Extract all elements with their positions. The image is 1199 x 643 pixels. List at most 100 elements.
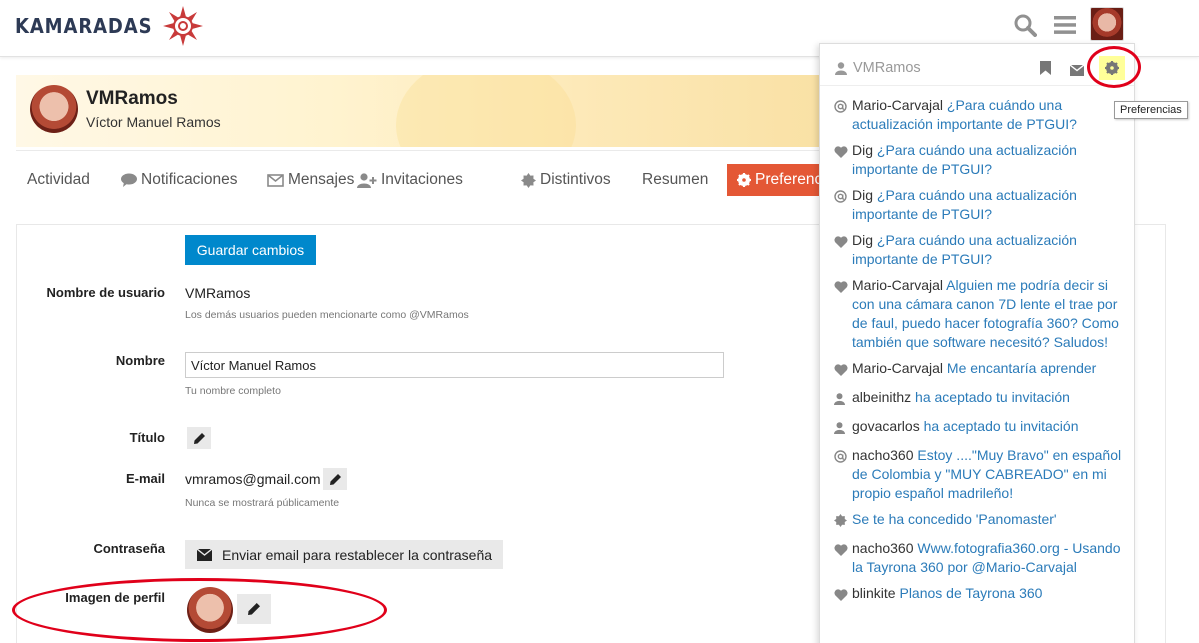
envelope-icon[interactable] <box>1069 63 1085 81</box>
heart-icon <box>834 276 852 298</box>
notification-user: Mario-Carvajal <box>852 97 944 113</box>
tab-notifications[interactable]: Notificaciones <box>121 164 238 196</box>
at-icon <box>834 186 852 208</box>
notification-link[interactable]: ha aceptado tu invitación <box>924 418 1079 434</box>
badge-icon <box>521 172 536 188</box>
tab-label: Actividad <box>27 171 90 188</box>
profile-full-name: Víctor Manuel Ramos <box>86 114 221 130</box>
notification-item[interactable]: Mario-Carvajal Me encantaría aprender <box>820 357 1134 386</box>
notification-text: nacho360 Www.fotografia360.org - Usando … <box>852 539 1124 577</box>
bookmark-icon[interactable] <box>1040 61 1051 80</box>
notification-text: albeinithz ha aceptado tu invitación <box>852 388 1070 407</box>
logo-mark-icon <box>162 6 203 46</box>
tab-summary[interactable]: Resumen <box>642 164 708 196</box>
username-hint: Los demás usuarios pueden mencionarte co… <box>185 309 469 321</box>
notification-text: Dig ¿Para cuándo una actualización impor… <box>852 141 1124 179</box>
user-menu-username-label: VMRamos <box>853 60 921 76</box>
envelope-icon <box>197 548 212 561</box>
profile-avatar <box>30 85 78 133</box>
notification-text: govacarlos ha aceptado tu invitación <box>852 417 1078 436</box>
reset-password-label: Enviar email para restablecer la contras… <box>222 546 493 563</box>
notification-item[interactable]: Mario-Carvajal ¿Para cuándo una actualiz… <box>820 94 1134 139</box>
email-hint: Nunca se mostrará públicamente <box>185 497 340 509</box>
notification-user: blinkite <box>852 585 896 601</box>
heart-icon <box>834 231 852 253</box>
notification-item[interactable]: Dig ¿Para cuándo una actualización impor… <box>820 184 1134 229</box>
notification-item[interactable]: nacho360 Estoy ...."Muy Bravo" en españo… <box>820 444 1134 508</box>
notification-item[interactable]: Dig ¿Para cuándo una actualización impor… <box>820 139 1134 184</box>
save-button[interactable]: Guardar cambios <box>185 235 316 265</box>
notification-link[interactable]: Se te ha concedido 'Panomaster' <box>852 511 1057 527</box>
hamburger-icon[interactable] <box>1050 10 1080 40</box>
user-icon <box>835 61 847 75</box>
tab-messages[interactable]: Mensajes <box>267 164 354 196</box>
comment-icon <box>121 173 137 187</box>
edit-email-button[interactable] <box>323 468 347 490</box>
tab-badges[interactable]: Distintivos <box>521 164 611 196</box>
notification-link[interactable]: ha aceptado tu invitación <box>915 389 1070 405</box>
notification-link[interactable]: ¿Para cuándo una actualización important… <box>852 187 1077 222</box>
name-label: Nombre <box>115 353 165 368</box>
profile-image <box>187 587 233 633</box>
notification-item[interactable]: Mario-Carvajal Alguien me podría decir s… <box>820 274 1134 357</box>
notification-user: Mario-Carvajal <box>852 277 944 293</box>
notification-text: blinkite Planos de Tayrona 360 <box>852 584 1042 603</box>
username-label: Nombre de usuario <box>46 285 165 300</box>
notification-text: nacho360 Estoy ...."Muy Bravo" en españo… <box>852 446 1124 503</box>
logo-text: KAMARADAS <box>15 14 153 38</box>
name-input[interactable] <box>185 352 724 378</box>
notification-item[interactable]: blinkite Planos de Tayrona 360 <box>820 582 1134 611</box>
notification-user: Mario-Carvajal <box>852 360 944 376</box>
tab-label: Invitaciones <box>381 171 463 188</box>
current-user-avatar[interactable] <box>1090 7 1124 41</box>
notification-link[interactable]: Planos de Tayrona 360 <box>899 585 1042 601</box>
user-menu-panel: VMRamos Mario-Carvajal ¿Para cuándo una … <box>819 43 1135 643</box>
email-label: E-mail <box>125 471 165 486</box>
tab-label: Resumen <box>642 171 709 188</box>
edit-avatar-button[interactable] <box>237 594 271 624</box>
name-hint: Tu nombre completo <box>185 385 281 397</box>
notification-link[interactable]: ¿Para cuándo una actualización important… <box>852 232 1077 267</box>
tab-activity[interactable]: Actividad <box>27 164 90 196</box>
preferences-tooltip: Preferencias <box>1114 101 1188 119</box>
email-value: vmramos@gmail.com <box>185 471 321 487</box>
user-menu-header: VMRamos <box>820 44 1134 86</box>
notification-text: Mario-Carvajal Me encantaría aprender <box>852 359 1096 378</box>
notification-item[interactable]: Se te ha concedido 'Panomaster' <box>820 508 1134 537</box>
edit-title-button[interactable] <box>187 427 211 449</box>
user-nav: Actividad Notificaciones Mensajes Invita… <box>16 150 853 208</box>
search-icon[interactable] <box>1010 10 1040 40</box>
pencil-icon <box>193 432 205 444</box>
tab-invitations[interactable]: Invitaciones <box>357 164 463 196</box>
notification-text: Mario-Carvajal ¿Para cuándo una actualiz… <box>852 96 1124 134</box>
notification-item[interactable]: albeinithz ha aceptado tu invitación <box>820 386 1134 415</box>
title-label: Título <box>129 430 165 445</box>
envelope-icon <box>267 173 284 187</box>
heart-icon <box>834 141 852 163</box>
notification-user: Dig <box>852 187 874 203</box>
user-icon <box>834 417 852 439</box>
notification-link[interactable]: ¿Para cuándo una actualización important… <box>852 142 1077 177</box>
password-label: Contraseña <box>93 541 165 556</box>
notification-user: Dig <box>852 142 874 158</box>
site-logo[interactable]: KAMARADAS <box>15 6 204 46</box>
reset-password-button[interactable]: Enviar email para restablecer la contras… <box>185 540 503 569</box>
preferences-gear-button[interactable] <box>1099 56 1125 80</box>
notification-item[interactable]: nacho360 Www.fotografia360.org - Usando … <box>820 537 1134 582</box>
badge-icon <box>834 510 852 532</box>
notification-text: Se te ha concedido 'Panomaster' <box>852 510 1057 529</box>
user-menu-username[interactable]: VMRamos <box>835 60 921 76</box>
notification-link[interactable]: Me encantaría aprender <box>947 360 1096 376</box>
notification-list: Mario-Carvajal ¿Para cuándo una actualiz… <box>820 94 1134 611</box>
notification-item[interactable]: govacarlos ha aceptado tu invitación <box>820 415 1134 444</box>
tab-label: Mensajes <box>288 171 355 188</box>
notification-user: govacarlos <box>852 418 920 434</box>
at-icon <box>834 446 852 468</box>
profile-username: VMRamos <box>86 88 178 109</box>
notification-item[interactable]: Dig ¿Para cuándo una actualización impor… <box>820 229 1134 274</box>
pencil-icon <box>248 603 260 615</box>
username-value: VMRamos <box>185 285 251 301</box>
heart-icon <box>834 359 852 381</box>
tab-label: Notificaciones <box>141 171 238 188</box>
notification-text: Dig ¿Para cuándo una actualización impor… <box>852 231 1124 269</box>
